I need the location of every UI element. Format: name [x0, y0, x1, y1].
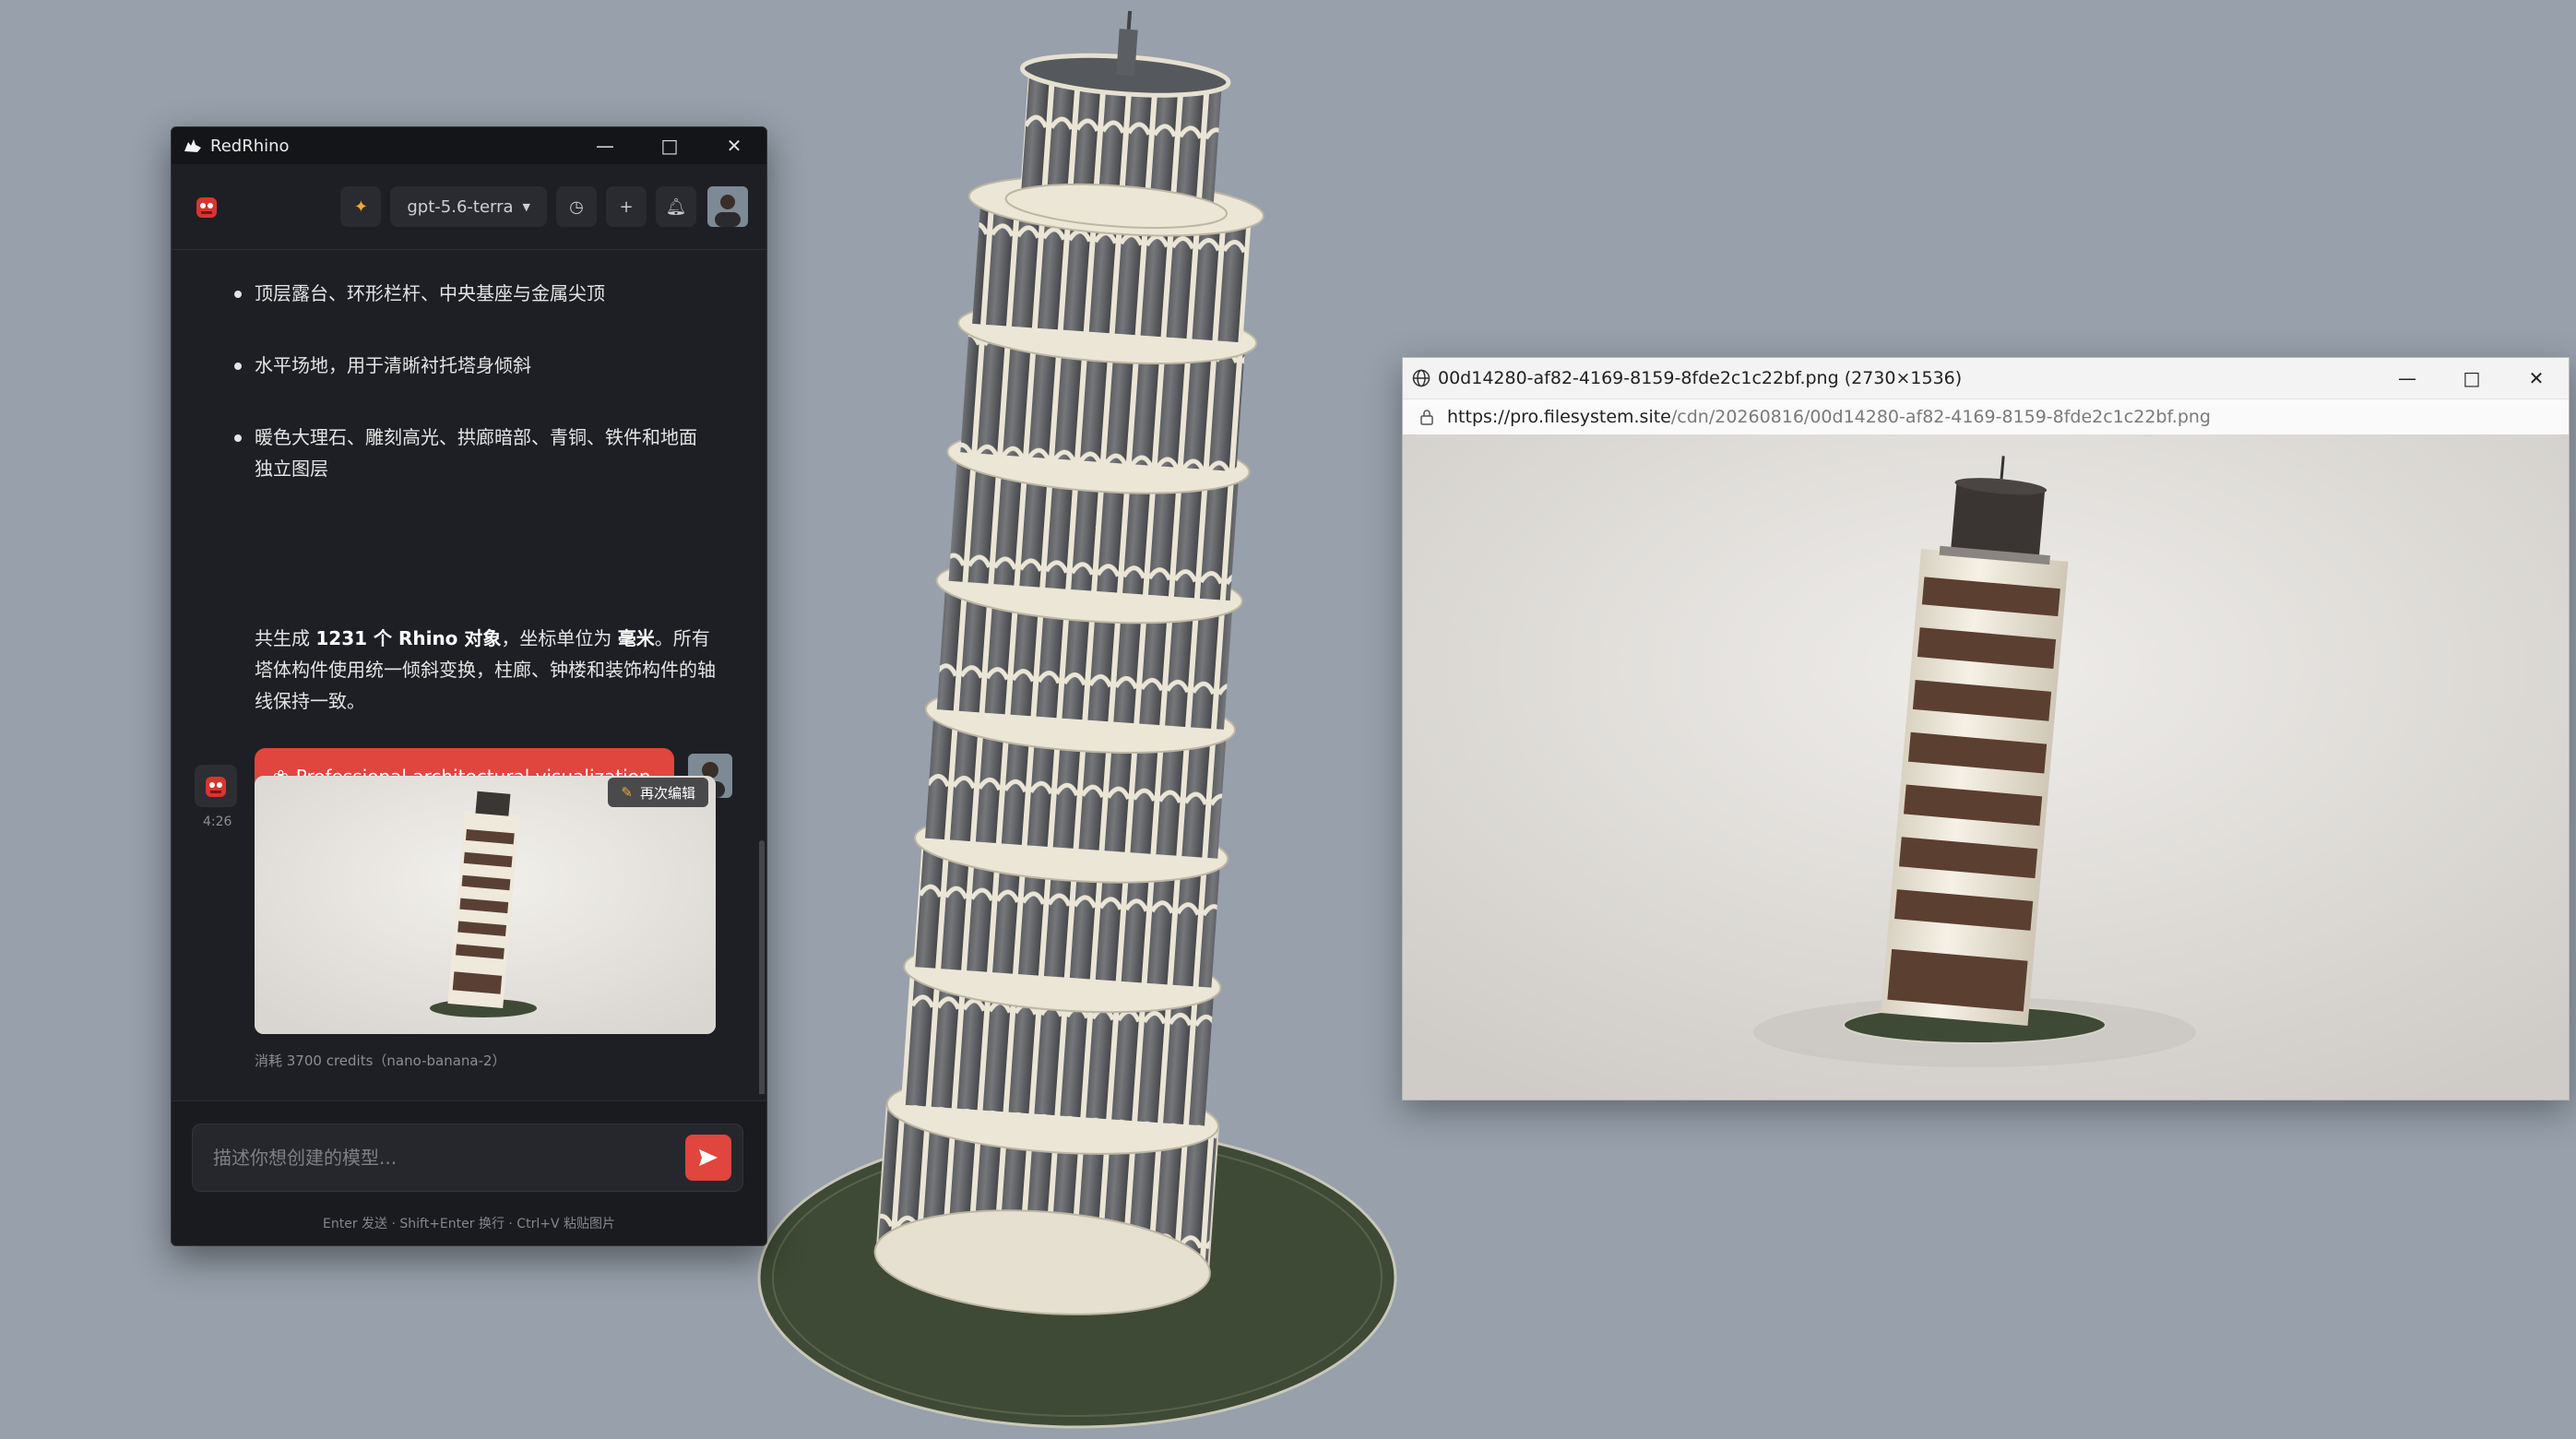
maximize-icon[interactable]: □: [2439, 358, 2504, 398]
address-bar[interactable]: https://pro.filesystem.site/cdn/20260816…: [1403, 398, 2569, 435]
lock-icon: [1418, 408, 1436, 426]
image-viewer-window: 00d14280-af82-4169-8159-8fde2c1c22bf.png…: [1402, 357, 2570, 1100]
history-icon[interactable]: ◷: [556, 186, 597, 227]
model-name: gpt-5.6-terra: [407, 196, 514, 217]
message-timestamp: 4:26: [203, 815, 232, 829]
credits-usage: 消耗 3700 credits（nano-banana-2）: [255, 1052, 506, 1069]
viewer-title: 00d14280-af82-4169-8159-8fde2c1c22bf.png…: [1438, 368, 1963, 388]
object-count: 1231 个 Rhino 对象: [315, 627, 502, 649]
model-selector[interactable]: gpt-5.6-terra ▼: [390, 186, 547, 227]
list-item: 水平场地，用于清晰衬托塔身倾斜: [234, 350, 714, 381]
url-text[interactable]: https://pro.filesystem.site/cdn/20260816…: [1447, 407, 2211, 427]
bell-icon[interactable]: 🔔︎: [656, 186, 696, 227]
feature-list: 顶层露台、环形栏杆、中央基座与金属尖顶 水平场地，用于清晰衬托塔身倾斜 暖色大理…: [234, 278, 714, 525]
generation-summary: 共生成 1231 个 Rhino 对象，坐标单位为 毫米。所有塔体构件使用统一倾…: [255, 627, 716, 712]
render-image-card[interactable]: ✎ 再次编辑: [255, 776, 716, 1034]
chat-titlebar: RedRhino — □ ✕: [172, 127, 766, 164]
pencil-icon: ✎: [621, 784, 633, 801]
edit-again-button[interactable]: ✎ 再次编辑: [608, 778, 708, 807]
unit-name: 毫米: [617, 627, 655, 649]
user-avatar[interactable]: [707, 186, 748, 227]
rendered-photo: [1403, 434, 2569, 1100]
rhino-logo-icon: [181, 134, 205, 158]
close-icon[interactable]: ✕: [2504, 358, 2569, 398]
chat-scrollbar[interactable]: [759, 840, 765, 1094]
bot-avatar: [195, 765, 237, 807]
prompt-input-box: [192, 1124, 743, 1192]
render-thumbnail: [255, 776, 716, 1034]
globe-icon: [1410, 367, 1432, 389]
redrhino-chat-window: RedRhino — □ ✕ ✦ gpt-5.6-terra ▼ ◷ + 🔔︎ …: [171, 126, 767, 1246]
minimize-icon[interactable]: —: [573, 127, 637, 164]
close-icon[interactable]: ✕: [702, 127, 766, 164]
chevron-down-icon: ▼: [522, 200, 530, 213]
send-button[interactable]: [685, 1135, 731, 1181]
viewer-titlebar: 00d14280-af82-4169-8159-8fde2c1c22bf.png…: [1403, 358, 2569, 398]
send-icon: [699, 1149, 718, 1166]
maximize-icon[interactable]: □: [637, 127, 702, 164]
rhino-viewport-tower[interactable]: [719, 0, 1420, 1439]
minimize-icon[interactable]: —: [2375, 358, 2439, 398]
prompt-input[interactable]: [211, 1146, 685, 1170]
keyboard-hint: Enter 发送 · Shift+Enter 换行 · Ctrl+V 粘贴图片: [323, 1217, 615, 1231]
bot-logo-icon: [190, 190, 223, 223]
tower-body: [873, 10, 1264, 1315]
list-item: 顶层露台、环形栏杆、中央基座与金属尖顶: [234, 278, 714, 309]
chat-toolbar: ✦ gpt-5.6-terra ▼ ◷ + 🔔︎: [172, 164, 766, 250]
message-list[interactable]: 顶层露台、环形栏杆、中央基座与金属尖顶 水平场地，用于清晰衬托塔身倾斜 暖色大理…: [172, 250, 766, 1094]
app-title: RedRhino: [210, 136, 290, 156]
sparkle-icon[interactable]: ✦: [340, 186, 382, 227]
composer: Enter 发送 · Shift+Enter 换行 · Ctrl+V 粘贴图片: [172, 1100, 766, 1245]
list-item: 暖色大理石、雕刻高光、拱廊暗部、青铜、铁件和地面独立图层: [234, 422, 714, 484]
plus-icon[interactable]: +: [606, 186, 647, 227]
